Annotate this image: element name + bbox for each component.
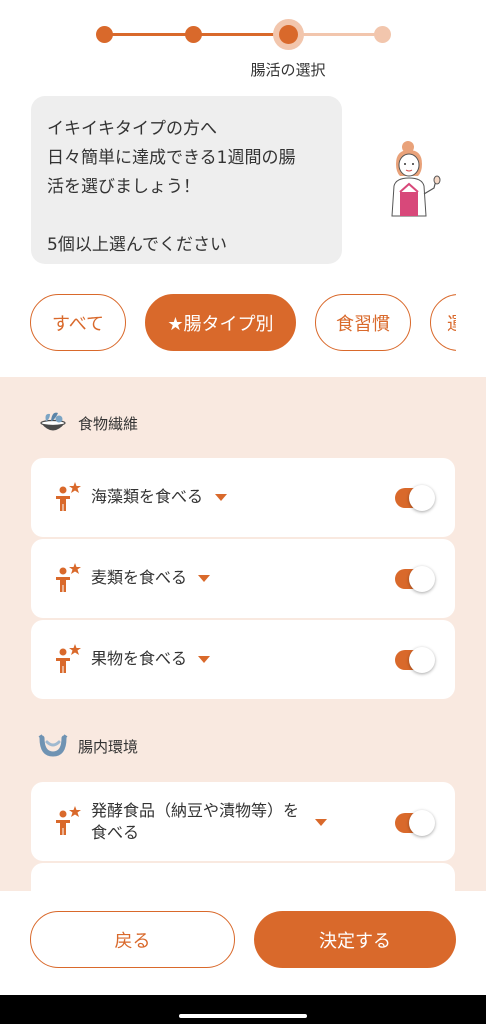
intestine-icon	[38, 734, 68, 757]
progress-stepper: 腸活の選択	[0, 0, 486, 95]
habit-label-seaweed: 海藻類を食べる	[91, 487, 204, 506]
progress-step-1	[96, 26, 113, 43]
habit-item-fermented: 発酵食品（納豆や漬物等）を 食べる	[31, 782, 455, 861]
progress-step-2	[185, 26, 202, 43]
section-title-fiber: 食物繊維	[78, 414, 139, 433]
section-header-fiber: 食物繊維	[38, 410, 138, 436]
message-line-1: イキイキタイプの方へ	[47, 119, 217, 139]
expand-caret-icon[interactable]	[215, 494, 227, 501]
habit-item-seaweed: 海藻類を食べる	[31, 458, 455, 537]
tab-gut-type[interactable]: ★腸タイプ別	[145, 294, 296, 351]
habit-label-fermented-line2: 食べる	[91, 823, 140, 842]
tab-all[interactable]: すべて	[30, 294, 126, 351]
message-line-3: 活を選びましょう！	[47, 177, 200, 197]
home-indicator[interactable]	[179, 1014, 307, 1018]
salad-bowl-icon	[40, 412, 66, 431]
habit-toggle-grains[interactable]	[395, 566, 435, 592]
habit-list: 食物繊維 海藻類を食べる 麦類を食べる 果物を食べる 腸内環境 発酵食品（納豆や…	[0, 377, 486, 891]
gut-type-star-person-icon	[56, 482, 81, 511]
habit-item-fruit: 果物を食べる	[31, 620, 455, 699]
habit-toggle-seaweed[interactable]	[395, 485, 435, 511]
back-button[interactable]: 戻る	[30, 911, 235, 968]
tab-exercise[interactable]: 運	[430, 294, 456, 351]
expand-caret-icon[interactable]	[198, 575, 210, 582]
bottom-action-bar: 戻る 決定する	[0, 891, 486, 995]
progress-step-4	[374, 26, 391, 43]
progress-step-3-inner	[279, 25, 298, 44]
habit-toggle-fruit[interactable]	[395, 647, 435, 673]
message-line-2: 日々簡単に達成できる1週間の腸	[47, 148, 296, 168]
system-nav-bar	[0, 995, 486, 1024]
gut-type-star-person-icon	[56, 806, 81, 835]
message-line-4: 5個以上選んでください	[47, 235, 227, 255]
habit-label-fruit: 果物を食べる	[91, 649, 188, 668]
gut-type-star-person-icon	[56, 644, 81, 673]
gut-type-star-person-icon	[56, 563, 81, 592]
advisor-avatar-illustration	[391, 141, 441, 217]
habit-toggle-fermented[interactable]	[395, 810, 435, 836]
confirm-button[interactable]: 決定する	[254, 911, 456, 968]
filter-tabs: すべて ★腸タイプ別 食習慣 運	[30, 294, 456, 352]
habit-item-partial	[31, 863, 455, 891]
expand-caret-icon[interactable]	[315, 819, 327, 826]
expand-caret-icon[interactable]	[198, 656, 210, 663]
message-bubble: イキイキタイプの方へ 日々簡単に達成できる1週間の腸 活を選びましょう！ 5個以…	[31, 96, 342, 264]
section-title-gut-environment: 腸内環境	[78, 737, 139, 756]
section-header-gut-environment: 腸内環境	[38, 734, 138, 758]
habit-item-grains: 麦類を食べる	[31, 539, 455, 618]
habit-label-fermented-line1: 発酵食品（納豆や漬物等）を	[91, 801, 300, 820]
habit-label-grains: 麦類を食べる	[91, 568, 188, 587]
tab-eating-habits[interactable]: 食習慣	[315, 294, 411, 351]
progress-step-label: 腸活の選択	[250, 61, 326, 79]
